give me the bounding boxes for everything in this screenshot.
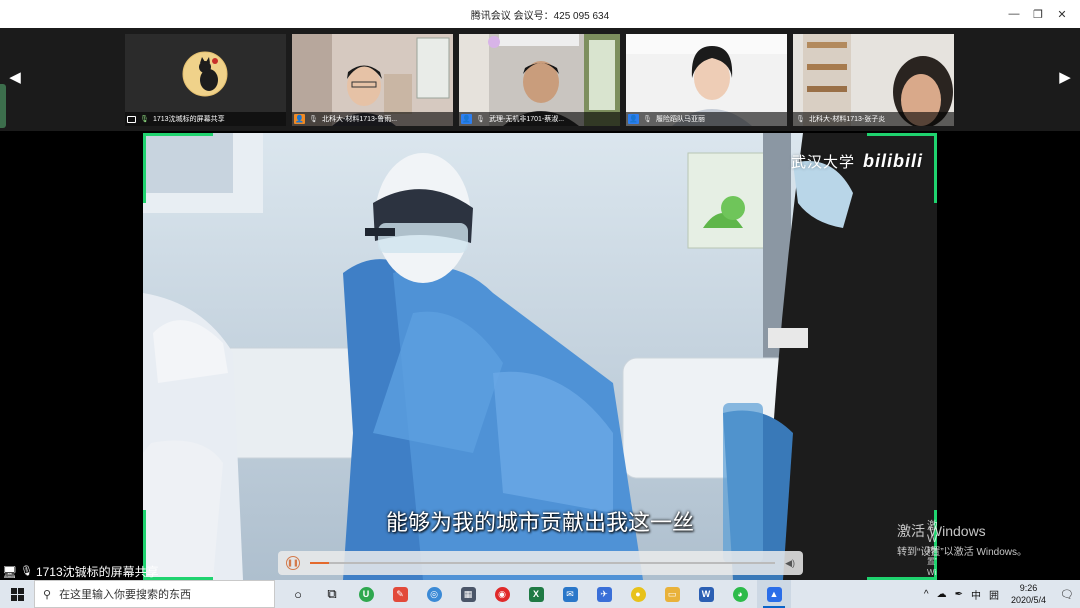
frame-corner-top-left xyxy=(143,133,213,203)
participant-name: 武理-无机非1701-蔡淑... xyxy=(489,116,565,123)
windows-taskbar: ⚲ 在这里输入你要搜索的东西 ○ ⧉ U ✎ ◎ ▦ ◉ X ✉ ✈ ● ▭ W… xyxy=(0,580,1080,608)
participant-label: 👤 🎙 履险蹈队马亚丽 xyxy=(626,112,787,126)
ime-indicator[interactable]: 中 xyxy=(967,587,985,602)
tray-expand-icon[interactable]: ^ xyxy=(920,589,933,600)
pause-icon[interactable]: ❚❚ xyxy=(286,556,300,570)
tencent-meeting-icon[interactable]: ▲ xyxy=(757,580,791,608)
microphone-icon: 🎙 xyxy=(20,566,33,577)
volume-icon[interactable]: ◀) xyxy=(785,558,795,569)
pen-icon[interactable]: ✒ xyxy=(951,589,967,600)
app-pin-icon[interactable]: ✈ xyxy=(587,580,621,608)
participants-strip: ◀ 🎙 1713沈城标的屏幕共享 👤 🎙 北科大-材料1713-鲁雨... 👤 … xyxy=(0,28,1080,131)
word-icon[interactable]: W xyxy=(689,580,723,608)
user-avatar-icon: 👤 xyxy=(294,114,305,124)
screen-share-icon xyxy=(127,115,136,123)
taskbar-clock[interactable]: 9:26 2020/5/4 xyxy=(1003,582,1054,606)
shared-video[interactable]: 武汉大学 bilibili 能够为我的城市贡献出我这一丝 激活 Windows … xyxy=(143,133,937,580)
restore-button[interactable]: ❐ xyxy=(1026,4,1050,24)
participant-tile[interactable]: 👤 🎙 履险蹈队马亚丽 xyxy=(626,34,787,126)
activate-subtitle: 转到“设置”以激活 Windows。 xyxy=(897,547,1028,558)
app-green-icon[interactable]: U xyxy=(349,580,383,608)
prev-page-arrow-icon[interactable]: ◀ xyxy=(6,62,24,92)
close-button[interactable]: ✕ xyxy=(1050,4,1074,24)
microphone-icon: 🎙 xyxy=(140,116,149,123)
microphone-icon: 🎙 xyxy=(309,116,318,123)
app-mail-icon[interactable]: ✉ xyxy=(553,580,587,608)
minimize-button[interactable]: — xyxy=(1002,4,1026,24)
tencent-meeting-screen: 腾讯会议 会议号：425 095 634 — ❐ ✕ ◀ 🎙 1713沈城标的屏… xyxy=(0,0,1080,608)
start-button[interactable] xyxy=(0,580,34,608)
search-icon: ⚲ xyxy=(43,588,52,601)
search-placeholder: 在这里输入你要搜索的东西 xyxy=(59,589,192,601)
shared-screen-area: 武汉大学 bilibili 能够为我的城市贡献出我这一丝 激活 Windows … xyxy=(0,131,1080,580)
brand-bilibili: bilibili xyxy=(863,151,923,171)
taskbar-search-box[interactable]: ⚲ 在这里输入你要搜索的东西 xyxy=(34,580,275,608)
participant-tile[interactable]: 👤 🎙 北科大-材料1713-鲁雨... xyxy=(292,34,453,126)
brand-university: 武汉大学 xyxy=(790,154,855,171)
playback-bar: ❚❚ ◀) xyxy=(278,551,803,575)
app-netease-icon[interactable]: ◉ xyxy=(485,580,519,608)
clock-time: 9:26 xyxy=(1019,583,1038,593)
screen-share-icon: 🖥 xyxy=(2,564,18,579)
screen-share-text: 1713沈铖标的屏幕共享 xyxy=(35,565,159,579)
participant-tile[interactable]: 🎙 1713沈城标的屏幕共享 xyxy=(125,34,286,126)
progress-track[interactable] xyxy=(310,562,776,564)
app-globe-icon[interactable]: ◎ xyxy=(417,580,451,608)
participant-tile[interactable]: 🎙 北科大-材料1713-张子炎 xyxy=(793,34,954,126)
participant-name: 北科大-材料1713-鲁雨... xyxy=(322,116,398,123)
screen-share-label: 🖥 🎙 1713沈铖标的屏幕共享 xyxy=(2,563,159,580)
video-subtitle: 能够为我的城市贡献出我这一丝 xyxy=(385,510,694,535)
participant-name: 1713沈城标的屏幕共享 xyxy=(153,116,225,123)
task-view-icon[interactable]: ⧉ xyxy=(315,580,349,608)
user-avatar-icon: 👤 xyxy=(461,114,472,124)
notification-icon[interactable]: 🗨 xyxy=(1054,588,1080,601)
microphone-icon: 🎙 xyxy=(796,116,805,123)
onedrive-icon[interactable]: ☁ xyxy=(933,589,951,600)
progress-fill xyxy=(310,562,329,564)
participant-name: 履险蹈队马亚丽 xyxy=(656,116,705,123)
activate-title: 激活 Windows xyxy=(897,523,986,539)
wechat-icon[interactable]: ◕ xyxy=(723,580,757,608)
participant-label: 👤 🎙 北科大-材料1713-鲁雨... xyxy=(292,112,453,126)
participant-label: 👤 🎙 武理-无机非1701-蔡淑... xyxy=(459,112,620,126)
participant-label: 🎙 北科大-材料1713-张子炎 xyxy=(793,112,954,126)
taskbar-apps: ○ ⧉ U ✎ ◎ ▦ ◉ X ✉ ✈ ● ▭ W ◕ ▲ xyxy=(281,580,791,608)
activate-windows-watermark: 激活 Windows 转到“设置”以激活 Windows。 xyxy=(897,521,1027,558)
clock-date: 2020/5/4 xyxy=(1010,595,1046,605)
participant-tile[interactable]: 👤 🎙 武理-无机非1701-蔡淑... xyxy=(459,34,620,126)
next-page-arrow-icon[interactable]: ▶ xyxy=(1056,62,1074,92)
cortana-icon[interactable]: ○ xyxy=(281,580,315,608)
chrome-icon[interactable]: ● xyxy=(621,580,655,608)
ime-mode-icon[interactable]: 囲 xyxy=(985,587,1003,602)
file-explorer-icon[interactable]: ▭ xyxy=(655,580,689,608)
participant-name: 北科大-材料1713-张子炎 xyxy=(809,116,886,123)
microphone-icon: 🎙 xyxy=(476,116,485,123)
window-title: 腾讯会议 会议号：425 095 634 xyxy=(470,10,610,22)
participant-label: 🎙 1713沈城标的屏幕共享 xyxy=(125,112,286,126)
window-title-bar: 腾讯会议 会议号：425 095 634 — ❐ ✕ xyxy=(0,0,1080,28)
microphone-icon: 🎙 xyxy=(643,116,652,123)
video-brand: 武汉大学 bilibili xyxy=(791,151,923,172)
system-tray: ^ ☁ ✒ 中 囲 9:26 2020/5/4 🗨 xyxy=(920,580,1080,608)
user-avatar-icon: 👤 xyxy=(628,114,639,124)
app-calculator-icon[interactable]: ▦ xyxy=(451,580,485,608)
app-paint-icon[interactable]: ✎ xyxy=(383,580,417,608)
window-controls: — ❐ ✕ xyxy=(1002,0,1074,28)
windows-logo-icon xyxy=(10,587,24,601)
excel-icon[interactable]: X xyxy=(519,580,553,608)
